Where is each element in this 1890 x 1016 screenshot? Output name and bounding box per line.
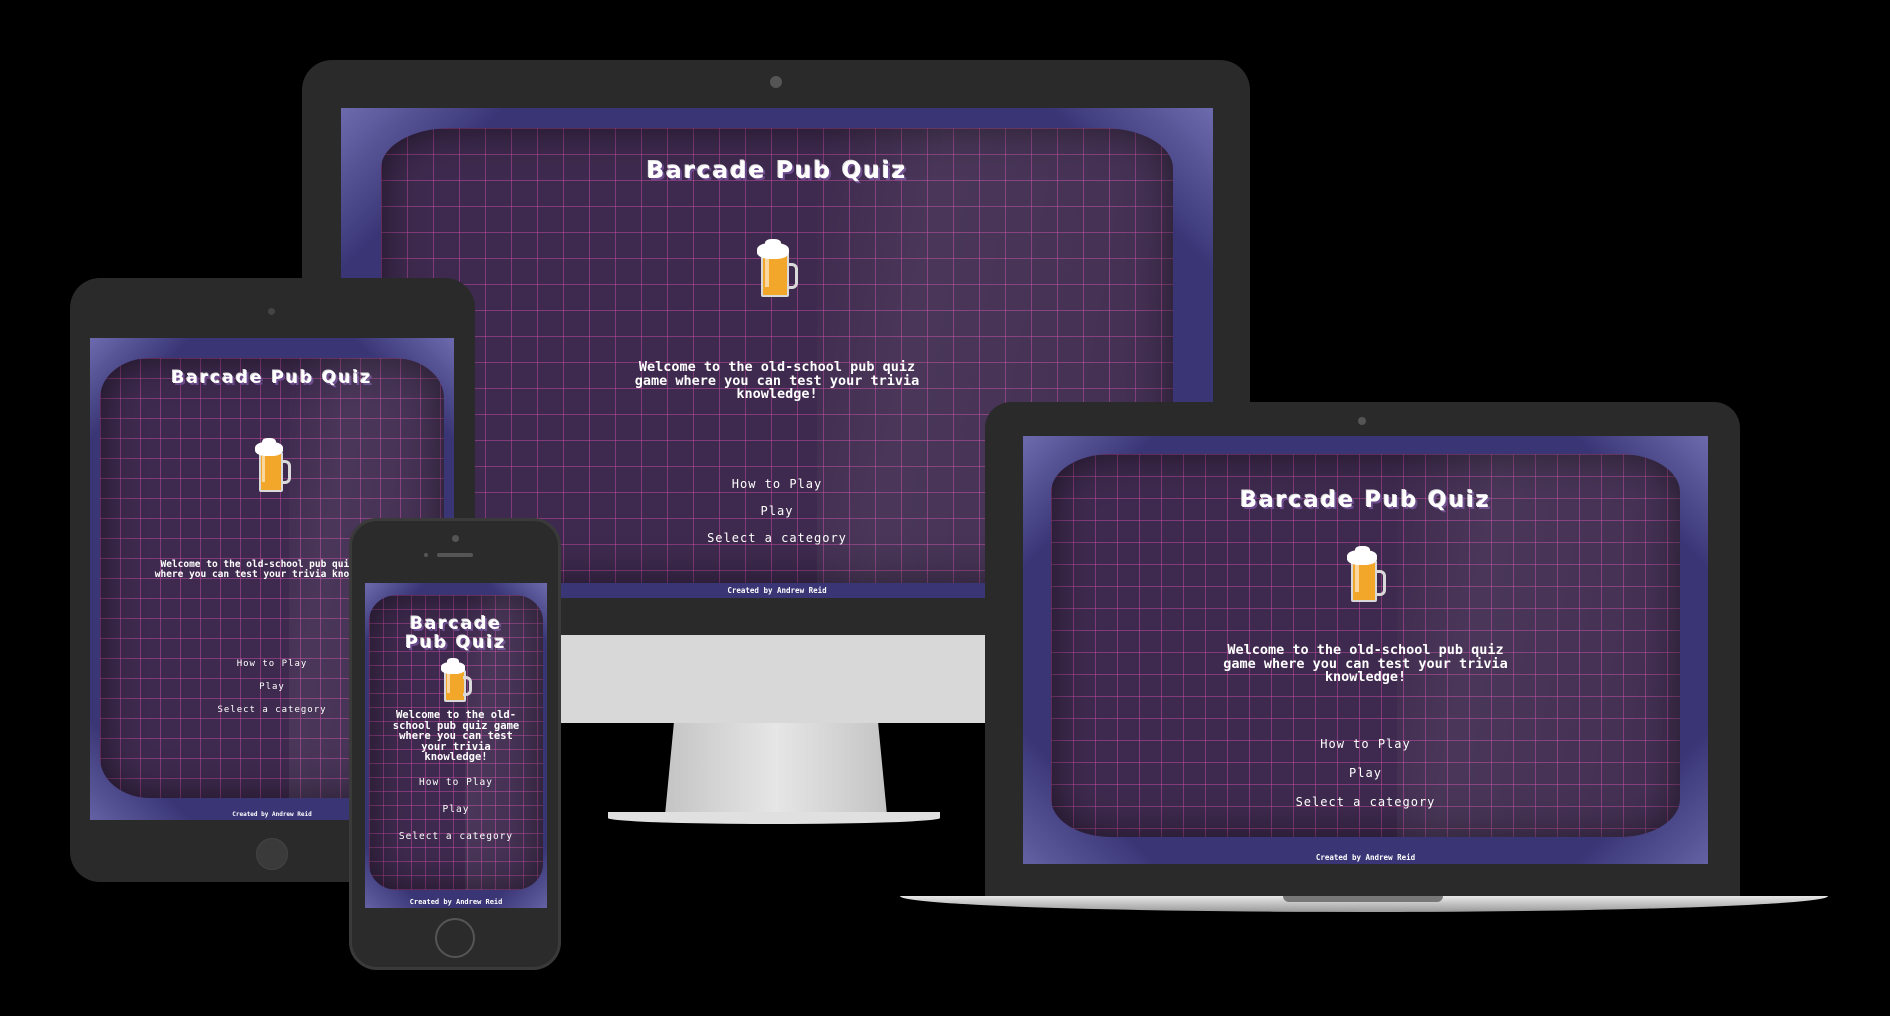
how-to-play-button[interactable]: How to Play — [732, 477, 822, 491]
monitor-camera — [770, 76, 782, 88]
how-to-play-button[interactable]: How to Play — [419, 777, 493, 788]
play-button[interactable]: Play — [443, 804, 470, 815]
play-button[interactable]: Play — [259, 682, 285, 692]
page-title: Barcade Pub Quiz — [646, 158, 908, 184]
select-category-button[interactable]: Select a category — [1296, 795, 1436, 809]
welcome-text: Welcome to the old-school pub quiz game … — [634, 359, 920, 402]
play-button[interactable]: Play — [761, 504, 794, 518]
page-title: Barcade Pub Quiz — [406, 615, 507, 652]
select-category-button[interactable]: Select a category — [707, 531, 847, 545]
welcome-text: Welcome to the old-school pub quiz game … — [1223, 642, 1508, 685]
page-title: Barcade Pub Quiz — [171, 368, 373, 388]
monitor-stand-base — [608, 812, 940, 824]
beer-mug-icon — [255, 438, 291, 492]
phone-home-button[interactable] — [435, 918, 475, 958]
phone-screen: Barcade Pub Quiz Welcome to the old-scho… — [365, 583, 547, 908]
title-line-2: Pub Quiz — [405, 632, 507, 653]
footer-credit: Created by Andrew Reid — [1315, 853, 1416, 862]
page-title: Barcade Pub Quiz — [1240, 488, 1491, 513]
laptop-camera — [1358, 417, 1366, 425]
welcome-text: Welcome to the old-school pub quiz game … — [392, 709, 520, 764]
tablet-camera — [268, 308, 275, 315]
phone-camera — [452, 535, 459, 542]
laptop-crt: Barcade Pub Quiz Welcome to the old-scho… — [1051, 454, 1680, 837]
laptop-device: Barcade Pub Quiz Welcome to the old-scho… — [985, 402, 1740, 902]
phone-sensor — [424, 553, 428, 557]
phone-speaker — [437, 553, 473, 557]
footer-credit: Created by Andrew Reid — [409, 898, 503, 906]
monitor-stand — [665, 723, 887, 815]
title-line-1: Barcade — [409, 614, 503, 634]
select-category-button[interactable]: Select a category — [217, 705, 326, 715]
phone-device: Barcade Pub Quiz Welcome to the old-scho… — [349, 518, 561, 970]
play-button[interactable]: Play — [1349, 766, 1382, 780]
select-category-button[interactable]: Select a category — [399, 831, 513, 842]
phone-crt: Barcade Pub Quiz Welcome to the old-scho… — [369, 595, 543, 890]
laptop-notch — [1283, 896, 1443, 902]
tablet-home-button[interactable] — [256, 838, 288, 870]
laptop-screen: Barcade Pub Quiz Welcome to the old-scho… — [1023, 436, 1708, 864]
how-to-play-button[interactable]: How to Play — [237, 659, 308, 669]
beer-mug-icon — [757, 239, 798, 299]
beer-mug-icon — [1346, 546, 1386, 604]
how-to-play-button[interactable]: How to Play — [1320, 737, 1410, 751]
beer-mug-icon — [441, 658, 472, 703]
